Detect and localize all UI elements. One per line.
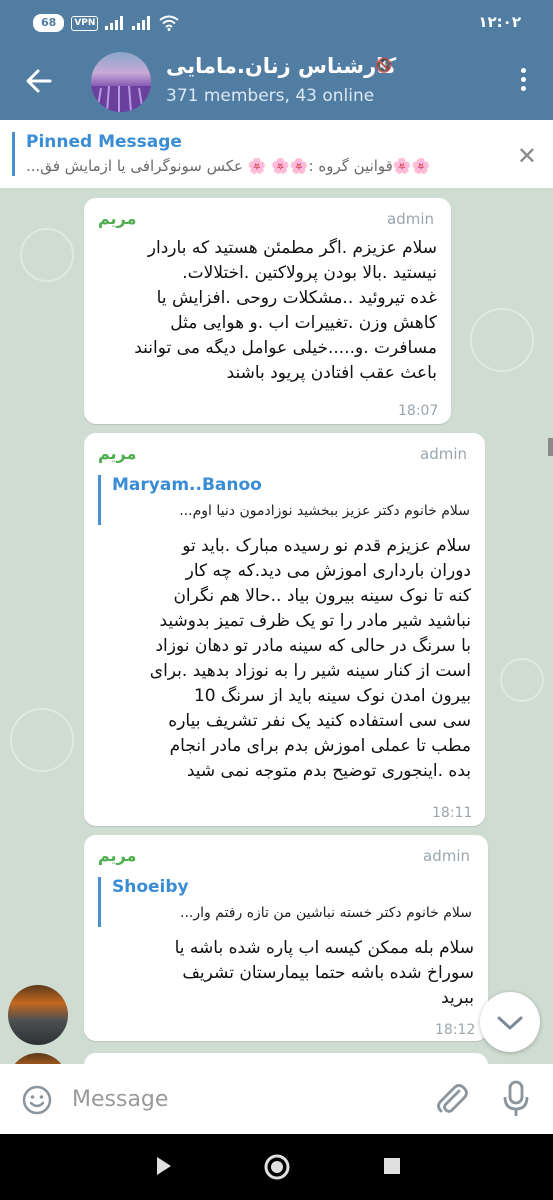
pinned-title: Pinned Message [26,132,182,152]
message-text: سلام عزیزم .اگر مطمئن هستید که باردار نی… [134,238,437,383]
pinned-message[interactable]: Pinned Message 🌸🌸قوانین گروه :🌸🌸 🌸 عکس س… [0,120,553,188]
reply-author[interactable]: Maryam..Banoo [112,475,262,495]
reply-accent-bar [98,877,101,927]
emoji-icon[interactable] [22,1085,52,1115]
sender-name: مریم [98,209,137,228]
lavender-field-icon [91,85,151,112]
chevron-down-icon [497,1016,523,1030]
close-icon[interactable]: ✕ [517,142,537,170]
message-bubble[interactable]: admin مریم Maryam..Banoo سلام خانوم دکتر… [84,433,485,826]
microphone-icon[interactable] [502,1080,530,1118]
message-bubble[interactable]: admin مریم سلام عزیزم .اگر مطمئن هستید ک… [84,198,451,424]
scrollbar[interactable] [548,438,553,456]
background-doodle [10,708,74,772]
message-composer [0,1064,553,1134]
home-circle-icon[interactable] [263,1153,291,1181]
chat-area[interactable]: admin مریم سلام عزیزم .اگر مطمئن هستید ک… [0,188,553,1064]
admin-badge: admin [420,445,467,463]
more-menu-icon[interactable] [521,68,527,95]
message-bubble[interactable] [84,1053,488,1064]
reply-text[interactable]: سلام خانوم دکتر خسته نباشین من تازه رفتم… [112,905,472,921]
member-count: 371 members, 43 online [166,86,375,106]
message-time: 18:12 [435,1022,476,1038]
sender-avatar[interactable] [8,1053,68,1064]
clock: ۱۲:۰۲ [478,13,521,31]
background-doodle [470,308,534,372]
group-title[interactable]: کارشناس زنان.مامایی [166,54,396,78]
pinned-text: 🌸🌸قوانین گروه :🌸🌸 🌸 عکس سونوگرافی یا ازم… [26,157,431,175]
reply-accent-bar [98,475,101,525]
admin-badge: admin [387,210,434,228]
message-text: سلام بله ممکن کیسه اب پاره شده باشه یا س… [174,938,474,1008]
back-triangle-icon[interactable] [155,1156,173,1176]
status-bar: 68 VPN ۱۲:۰۲ [0,0,553,44]
signal-icon [132,16,151,30]
background-doodle [500,658,544,702]
system-navigation-bar [0,1134,553,1200]
wifi-icon [159,15,180,31]
message-bubble[interactable]: admin مریم Shoeiby سلام خانوم دکتر خسته … [84,835,488,1041]
group-avatar[interactable] [91,52,151,112]
chat-header: کارشناس زنان.مامایی 🔇 371 members, 43 on… [0,44,553,120]
message-time: 18:11 [432,805,473,821]
reply-author[interactable]: Shoeiby [112,877,189,897]
message-text: سلام عزیزم قدم نو رسیده مبارک .باید تو د… [149,536,471,781]
muted-icon: 🔇 [375,58,393,74]
background-doodle [20,228,74,282]
pinned-accent-bar [12,132,15,176]
back-arrow-icon[interactable] [22,64,56,98]
sender-avatar[interactable] [8,985,68,1045]
vpn-indicator: VPN [71,15,99,31]
attach-icon[interactable] [435,1082,469,1118]
admin-badge: admin [423,847,470,865]
scroll-down-button[interactable] [480,992,540,1052]
recents-square-icon[interactable] [384,1158,400,1174]
message-time: 18:07 [398,403,439,419]
battery-indicator: 68 [33,14,65,32]
message-input[interactable] [62,1076,432,1122]
sender-name: مریم [98,846,137,865]
reply-text[interactable]: سلام خانوم دکتر عزیز ببخشید نوزادمون دنی… [112,503,470,519]
sender-name: مریم [98,444,137,463]
status-icons: 68 VPN [33,14,180,32]
signal-icon [105,16,124,30]
